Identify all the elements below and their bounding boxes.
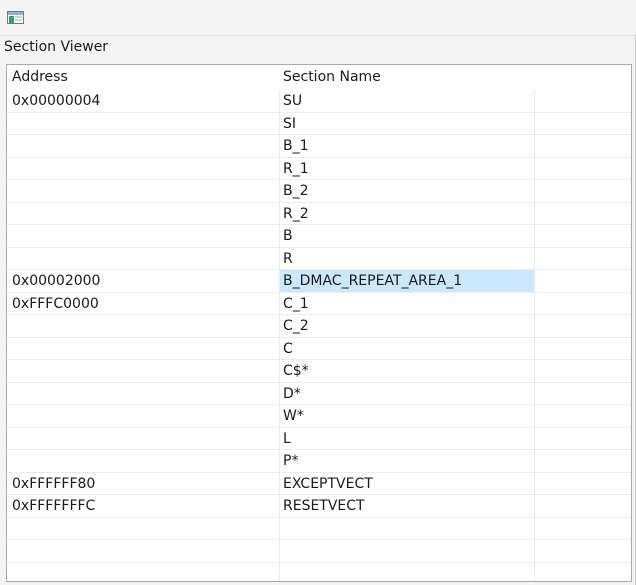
section-viewer-window: Section Viewer Address Section Name 0x00… (0, 0, 636, 585)
table-row[interactable]: B_2 (7, 180, 631, 203)
table-row[interactable]: C_2 (7, 315, 631, 338)
table-row[interactable]: 0x00000004 SU (7, 90, 631, 113)
section-table: Address Section Name 0x00000004 SU SI B_1 R_… (6, 64, 632, 582)
section-name-cell: D* (283, 385, 301, 402)
table-row[interactable] (7, 563, 631, 582)
column-header-address[interactable]: Address (12, 69, 68, 85)
column-header-section-name[interactable]: Section Name (283, 69, 381, 85)
section-name-cell: C_2 (283, 318, 309, 334)
section-name-cell: R_2 (283, 205, 309, 222)
table-row[interactable]: SI (7, 113, 631, 135)
section-name-cell: SI (283, 115, 297, 132)
table-row[interactable]: R_2 (7, 203, 631, 225)
section-name-cell: SU (283, 93, 303, 109)
address-cell: 0xFFFFFFFC (12, 498, 96, 514)
table-header: Address Section Name (7, 65, 631, 90)
address-cell: 0xFFFC0000 (12, 295, 99, 312)
section-name-cell: R_1 (283, 160, 309, 177)
section-name-cell: B_1 (283, 138, 309, 154)
address-cell: 0x00000004 (12, 93, 101, 109)
table-row[interactable] (7, 518, 631, 540)
table-row[interactable]: B (7, 225, 631, 248)
section-name-cell: B_DMAC_REPEAT_AREA_1 (283, 273, 463, 289)
section-name-cell: L (283, 430, 291, 447)
table-row[interactable]: 0xFFFFFF80 EXCEPTVECT (7, 473, 631, 495)
table-row[interactable]: D* (7, 383, 631, 405)
section-name-cell: C$* (283, 363, 309, 379)
section-name-cell: R (283, 250, 293, 267)
table-row[interactable]: R_1 (7, 158, 631, 180)
table-row[interactable]: B_1 (7, 135, 631, 158)
section-name-cell: B_2 (283, 183, 309, 199)
panel-title: Section Viewer (4, 39, 109, 55)
section-name-cell: B (283, 228, 293, 244)
table-body: 0x00000004 SU SI B_1 R_1 B_2 R_2 B R 0x00002000 B_… (7, 90, 631, 582)
table-row[interactable]: R (7, 248, 631, 270)
table-row[interactable]: 0xFFFC0000 C_1 (7, 293, 631, 315)
section-name-cell: W* (283, 408, 304, 424)
table-row[interactable]: 0xFFFFFFFC RESETVECT (7, 495, 631, 518)
section-viewer-icon[interactable] (6, 9, 26, 27)
section-name-cell: EXCEPTVECT (283, 475, 373, 492)
table-row[interactable]: C (7, 338, 631, 360)
table-row[interactable] (7, 540, 631, 563)
toolbar (0, 0, 636, 36)
table-row[interactable]: W* (7, 405, 631, 428)
section-name-cell: C_1 (283, 295, 309, 312)
table-row[interactable]: P* (7, 450, 631, 473)
address-cell: 0x00002000 (12, 273, 101, 289)
table-row[interactable]: L (7, 428, 631, 450)
section-name-cell: C (283, 340, 293, 357)
section-name-cell: RESETVECT (283, 498, 365, 514)
section-name-cell: P* (283, 453, 299, 469)
address-cell: 0xFFFFFF80 (12, 475, 96, 492)
table-row[interactable]: 0x00002000 B_DMAC_REPEAT_AREA_1 (7, 270, 631, 293)
table-row[interactable]: C$* (7, 360, 631, 383)
